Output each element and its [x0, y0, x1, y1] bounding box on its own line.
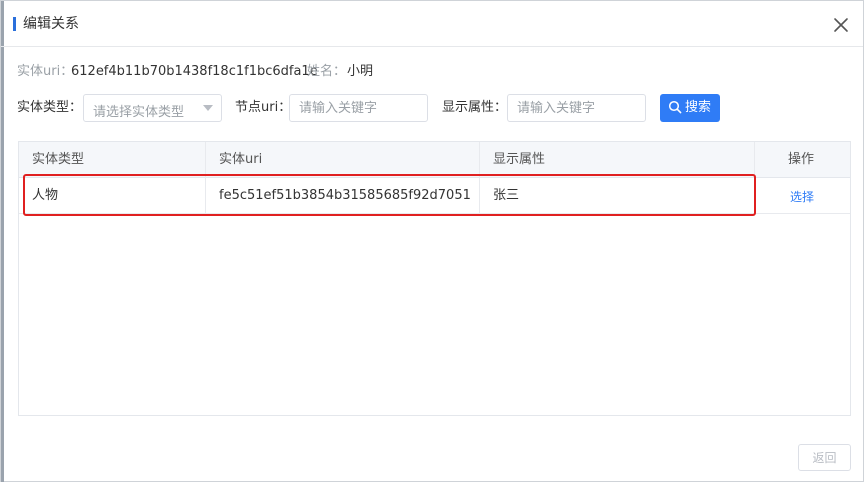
table-header: 实体类型 实体uri 显示属性 操作: [19, 142, 850, 178]
search-button-label: 搜索: [685, 100, 712, 115]
select-link[interactable]: 选择: [790, 189, 814, 205]
column-header-display-attr: 显示属性: [493, 152, 546, 167]
column-header-entity-uri: 实体uri: [219, 152, 263, 167]
back-button-label: 返回: [812, 451, 837, 465]
chevron-down-icon: [203, 105, 213, 111]
node-uri-input[interactable]: [289, 94, 428, 122]
table-row[interactable]: 人物 fe5c51ef51b3854b31585685f92d7051 张三 选…: [19, 178, 850, 214]
entity-type-select-placeholder: 请选择实体类型: [93, 105, 185, 120]
close-button[interactable]: [829, 13, 853, 37]
dialog-title: 编辑关系: [23, 16, 79, 32]
cell-entity-type: 人物: [32, 188, 59, 203]
cell-display-attr: 张三: [493, 188, 520, 203]
search-button[interactable]: 搜索: [660, 94, 720, 122]
column-header-entity-type: 实体类型: [32, 152, 85, 167]
search-icon: [668, 100, 682, 114]
dialog-left-edge: [1, 1, 4, 482]
title-accent-bar: [13, 17, 16, 31]
dialog-header: 编辑关系: [1, 1, 863, 47]
entity-type-filter-label: 实体类型：: [17, 100, 83, 115]
entity-uri-value: 612ef4b11b70b1438f18c1f1bc6dfa1e: [71, 64, 318, 79]
close-icon: [834, 18, 848, 32]
name-value: 小明: [347, 64, 374, 79]
name-label: 姓名：: [307, 64, 347, 79]
entity-uri-label: 实体uri：: [17, 64, 74, 79]
cell-entity-uri: fe5c51ef51b3854b31585685f92d7051: [219, 188, 471, 203]
display-attr-input[interactable]: [507, 94, 646, 122]
column-header-action: 操作: [788, 152, 815, 167]
entity-table: 实体类型 实体uri 显示属性 操作 人物 fe5c51ef51b3854b31…: [18, 141, 851, 416]
back-button[interactable]: 返回: [798, 444, 851, 471]
node-uri-filter-label: 节点uri：: [235, 100, 292, 115]
edit-relation-dialog: 编辑关系 实体uri： 612ef4b11b70b1438f18c1f1bc6d…: [0, 0, 864, 482]
entity-type-select[interactable]: 请选择实体类型: [83, 94, 222, 122]
display-attr-filter-label: 显示属性：: [442, 100, 508, 115]
